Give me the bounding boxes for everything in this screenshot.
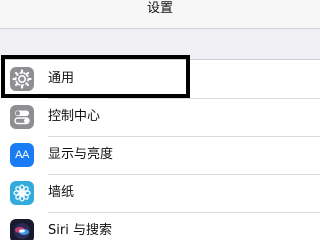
settings-row-control-center[interactable]: 控制中心 [0, 98, 320, 136]
settings-row-label: 通用 [48, 71, 75, 86]
navigation-bar: 设置 [0, 0, 320, 29]
settings-row-label: 显示与亮度 [48, 147, 114, 162]
flower-icon [10, 181, 34, 205]
text-size-icon: AA [10, 143, 34, 167]
settings-row-label: 控制中心 [48, 109, 101, 124]
settings-row-display-brightness[interactable]: AA 显示与亮度 [0, 136, 320, 174]
settings-row-label: 墙纸 [48, 185, 75, 200]
page-title: 设置 [146, 1, 173, 16]
toggles-icon [10, 105, 34, 129]
siri-icon [10, 219, 34, 240]
settings-row-label: Siri 与搜索 [48, 223, 112, 238]
settings-row-wallpaper[interactable]: 墙纸 [0, 174, 320, 212]
gear-icon [10, 67, 34, 91]
settings-screen: 设置 通用 控制中心 AA 显示与亮度 墙纸 Siri 与搜索 [0, 0, 320, 240]
settings-row-general[interactable]: 通用 [0, 60, 320, 98]
settings-row-siri-search[interactable]: Siri 与搜索 [0, 212, 320, 240]
settings-list: 通用 控制中心 AA 显示与亮度 墙纸 Siri 与搜索 [0, 59, 320, 240]
